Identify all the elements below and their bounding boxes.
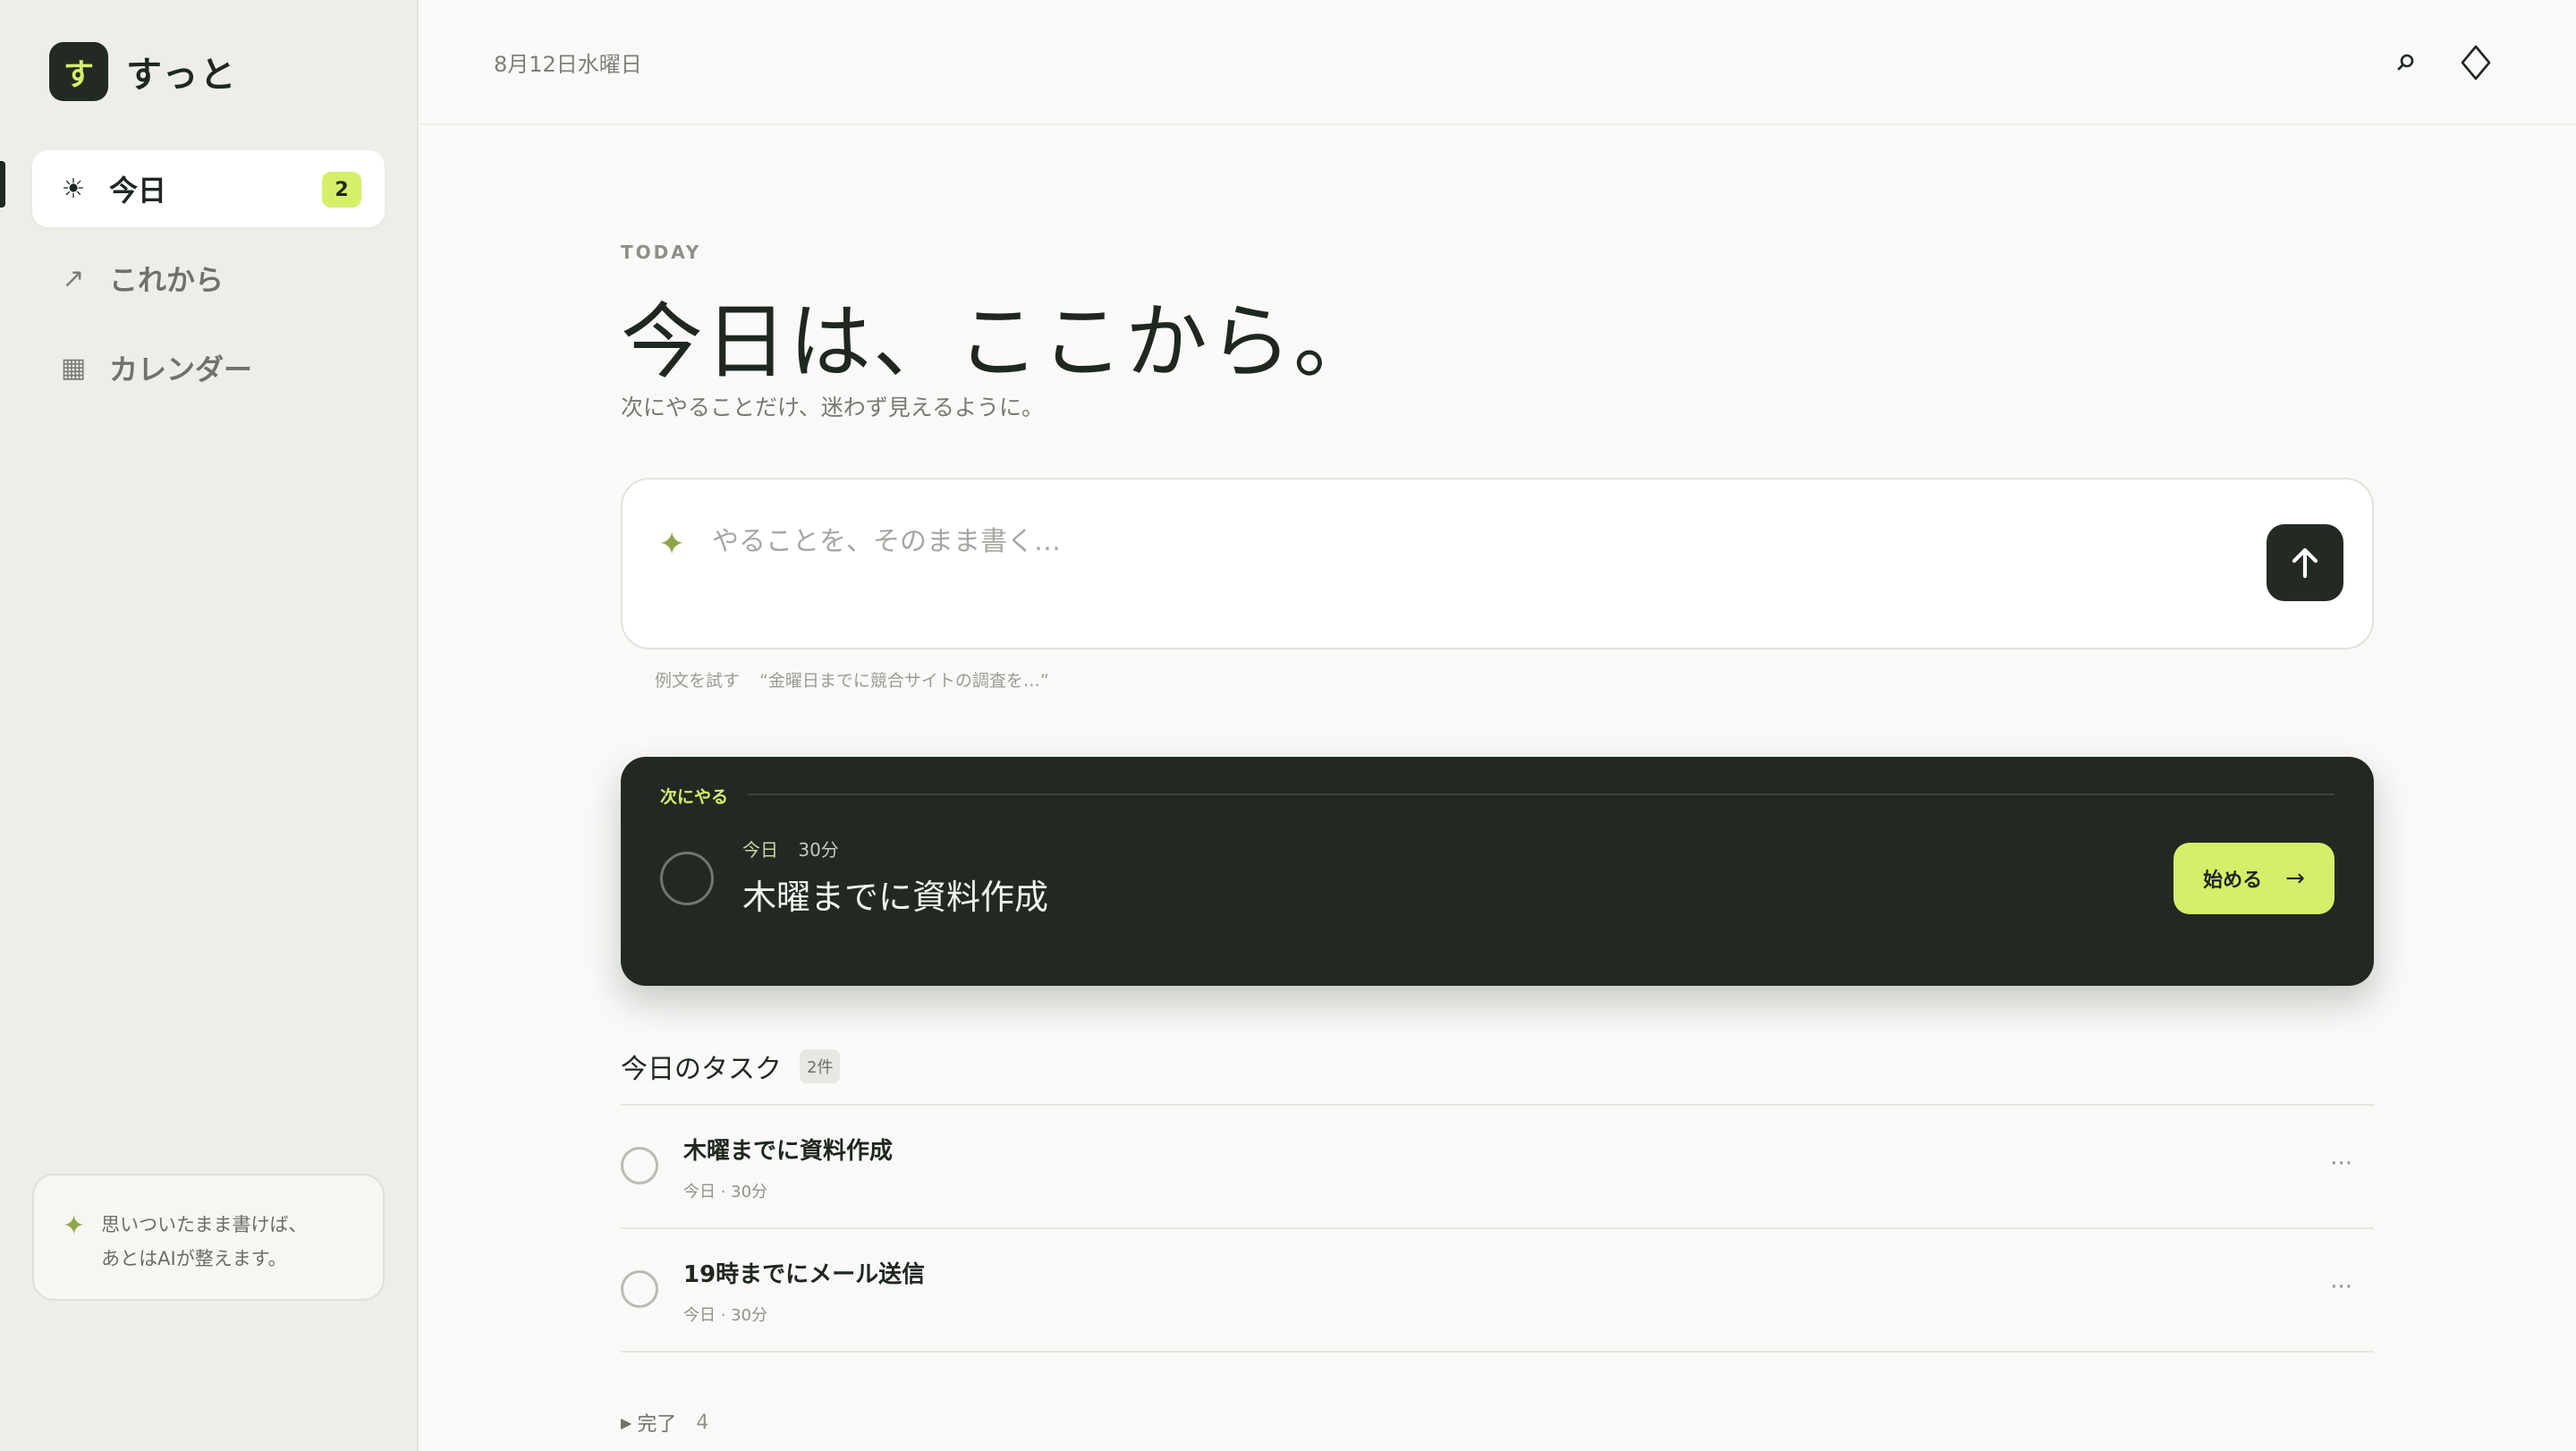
tasks-count-badge: 2件: [800, 1049, 841, 1083]
completed-count: 4: [696, 1411, 709, 1434]
arrow-up-icon: [2292, 547, 2318, 579]
task-meta: 今日 · 30分: [683, 1183, 768, 1201]
sidebar-item-calendar[interactable]: ▦ カレンダー: [32, 329, 385, 406]
sidebar-item-label: これから: [109, 263, 225, 297]
more-options-icon[interactable]: ···: [2330, 1274, 2352, 1301]
task-input[interactable]: [712, 519, 2143, 564]
task-checkbox[interactable]: [621, 1147, 658, 1184]
sidebar-item-upcoming[interactable]: ↗ これから: [32, 240, 385, 317]
search-button[interactable]: [2388, 45, 2424, 81]
sidebar-item-label: 今日: [109, 174, 167, 208]
sparkle-icon: ✦: [658, 526, 686, 563]
tasks-section-title: 今日のタスク: [621, 1054, 782, 1085]
task-list: 木曜までに資料作成 今日 · 30分 ··· 19時までにメール送信 今日 · …: [621, 1104, 2374, 1353]
start-button-label: 始める: [2203, 870, 2263, 892]
completed-label: 完了: [637, 1413, 677, 1436]
next-task-label: 次にやる: [660, 787, 729, 807]
next-task-meta: 今日 30分: [742, 836, 839, 861]
ai-tip-card: ✦ 思いついたまま書けば、 あとはAIが整えます。: [32, 1174, 385, 1301]
task-title: 19時までにメール送信: [683, 1261, 926, 1288]
task-composer: ✦: [621, 478, 2374, 649]
more-options-icon[interactable]: ···: [2330, 1150, 2352, 1177]
example-text[interactable]: “金曜日までに競合サイトの調査を…”: [759, 671, 1049, 691]
completed-toggle[interactable]: ▶ 完了 4: [621, 1408, 708, 1437]
app-logo: す: [49, 42, 108, 101]
top-header: 8月12日水曜日: [420, 0, 2576, 125]
ai-tip-line: 思いついたまま書けば、: [101, 1214, 308, 1235]
ai-tip-line: あとはAIが整えます。: [101, 1248, 287, 1269]
next-task-title: 木曜までに資料作成: [742, 878, 1049, 917]
next-task-card: 次にやる 今日 30分 木曜までに資料作成 始める →: [621, 757, 2374, 986]
next-task-duration: 30分: [798, 839, 839, 861]
current-date: 8月12日水曜日: [494, 52, 642, 77]
page-title: 今日は、ここから。: [621, 294, 1378, 390]
divider: [748, 793, 2334, 795]
ai-tip-text: 思いついたまま書けば、 あとはAIが整えます。: [101, 1208, 307, 1299]
arrow-up-right-icon: ↗: [62, 262, 85, 294]
next-task-day: 今日: [742, 839, 778, 861]
app-name: すっと: [126, 55, 238, 96]
page-subtitle: 次にやることだけ、迷わず見えるように。: [621, 395, 1045, 420]
diamond-button[interactable]: [2454, 41, 2497, 84]
submit-task-button[interactable]: [2267, 524, 2343, 601]
task-title: 木曜までに資料作成: [683, 1138, 894, 1165]
task-meta: 今日 · 30分: [683, 1306, 768, 1325]
tasks-section-header: 今日のタスク 2件: [621, 1047, 841, 1086]
task-row[interactable]: 19時までにメール送信 今日 · 30分 ···: [621, 1229, 2374, 1353]
brand[interactable]: す すっと: [49, 42, 237, 101]
sidebar-item-label: カレンダー: [109, 352, 253, 386]
page-eyebrow: TODAY: [621, 242, 702, 263]
active-nav-marker: [0, 161, 5, 208]
start-button[interactable]: 始める →: [2174, 843, 2334, 914]
sparkle-icon: ✦: [63, 1210, 86, 1242]
example-label: 例文を試す: [655, 671, 741, 691]
calendar-icon: ▦: [60, 352, 87, 384]
example-hint: 例文を試す “金曜日までに競合サイトの調査を…”: [655, 667, 1049, 692]
app-root: す すっと ☀ 今日 2 ↗ これから ▦ カレンダー ✦ 思いついたまま書けば…: [0, 0, 2576, 1451]
sidebar: す すっと ☀ 今日 2 ↗ これから ▦ カレンダー ✦ 思いついたまま書けば…: [0, 0, 419, 1451]
search-icon: [2397, 54, 2414, 71]
diamond-icon: [2461, 45, 2491, 81]
sidebar-nav: ☀ 今日 2 ↗ これから ▦ カレンダー: [32, 150, 385, 419]
task-checkbox[interactable]: [621, 1270, 658, 1308]
next-task-checkbox[interactable]: [660, 852, 714, 905]
arrow-right-icon: →: [2285, 865, 2305, 892]
sun-icon: ☀: [61, 173, 86, 205]
caret-right-icon: ▶: [621, 1413, 632, 1431]
sidebar-item-today[interactable]: ☀ 今日 2: [32, 150, 385, 227]
task-row[interactable]: 木曜までに資料作成 今日 · 30分 ···: [621, 1106, 2374, 1229]
today-count-badge: 2: [322, 172, 361, 208]
